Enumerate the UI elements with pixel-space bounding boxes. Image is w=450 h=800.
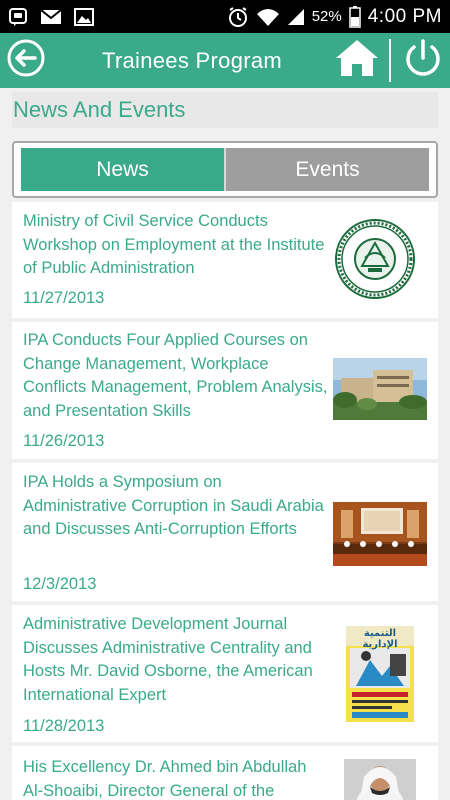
news-title: IPA Holds a Symposium on Administrative …	[23, 473, 324, 538]
tab-bar: News Events	[12, 141, 438, 198]
news-date: 11/27/2013	[23, 289, 105, 307]
news-item[interactable]: IPA Holds a Symposium on Administrative …	[12, 463, 438, 601]
section-header: News And Events	[12, 92, 438, 128]
news-date: 11/28/2013	[23, 717, 105, 735]
app-title: Trainees Program	[101, 47, 283, 73]
signal-icon	[287, 8, 305, 26]
app-bar-divider	[389, 39, 391, 82]
image-icon	[74, 7, 94, 26]
news-item[interactable]: Ministry of Civil Service Conducts Works…	[12, 202, 438, 318]
building-photo	[333, 358, 427, 420]
journal-cover-title: التنمية الإدارية	[362, 628, 398, 650]
battery-icon	[348, 5, 361, 28]
battery-percent: 52%	[311, 8, 342, 25]
journal-cover: التنمية الإدارية	[346, 626, 414, 722]
mail-icon	[40, 8, 62, 25]
bbm-icon	[8, 7, 28, 27]
news-title: IPA Conducts Four Applied Courses on Cha…	[23, 331, 328, 420]
status-bar: 52% 4:00 PM	[0, 0, 450, 33]
news-title: His Excellency Dr. Ahmed bin Abdullah Al…	[23, 758, 307, 800]
home-button[interactable]	[333, 38, 381, 82]
portrait-photo	[344, 759, 416, 800]
power-icon	[404, 38, 442, 83]
news-title: Administrative Development Journal Discu…	[23, 615, 313, 704]
tab-news[interactable]: News	[21, 148, 224, 191]
app-bar: Trainees Program	[0, 33, 450, 88]
symposium-photo	[333, 502, 427, 566]
ipa-seal-logo	[332, 218, 418, 300]
news-date: 11/26/2013	[23, 432, 105, 450]
power-button[interactable]	[401, 38, 445, 82]
status-system: 52% 4:00 PM	[227, 5, 442, 28]
alarm-icon	[227, 6, 249, 28]
wifi-icon	[256, 7, 280, 27]
news-item[interactable]: His Excellency Dr. Ahmed bin Abdullah Al…	[12, 746, 438, 800]
news-title: Ministry of Civil Service Conducts Works…	[23, 212, 325, 277]
news-item[interactable]: Administrative Development Journal Discu…	[12, 605, 438, 742]
clock: 4:00 PM	[367, 5, 442, 27]
home-icon	[334, 38, 380, 83]
status-notifications	[8, 7, 94, 27]
news-item[interactable]: IPA Conducts Four Applied Courses on Cha…	[12, 322, 438, 459]
section-title: News And Events	[13, 97, 186, 122]
news-date: 12/3/2013	[23, 575, 97, 593]
tab-events[interactable]: Events	[224, 148, 429, 191]
